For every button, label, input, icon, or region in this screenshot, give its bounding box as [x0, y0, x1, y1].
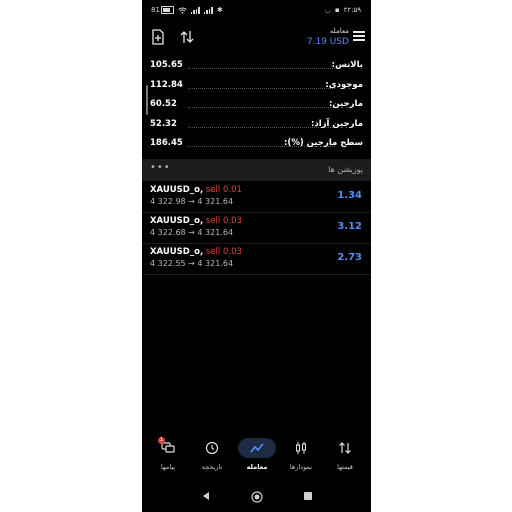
more-options-icon[interactable]: •••	[150, 162, 171, 173]
quotes-arrows-icon	[339, 442, 351, 454]
trade-icon	[250, 443, 264, 453]
positions-list: XAUUSD_o, sell 0.01 4 322.98 → 4 321.64 …	[142, 182, 371, 275]
battery-icon: 81	[151, 6, 174, 14]
metric-label: مارجین آزاد:	[310, 118, 363, 129]
dotted-leader	[188, 87, 335, 89]
app-header: معامله 7.19 USD	[142, 26, 371, 52]
nav-icon-wrap	[282, 438, 320, 458]
phone-screen: 81 ✱ ◡ ▪ ۲۲:۵۹ معامله 7.19 USD 105.65 با…	[142, 0, 371, 512]
status-bar: 81 ✱ ◡ ▪ ۲۲:۵۹	[142, 6, 371, 18]
position-side: sell 0.03	[205, 216, 242, 226]
dotted-leader	[188, 68, 335, 69]
metric-value: 186.45	[150, 138, 183, 148]
metric-row-equity: 112.84 موجودی:	[142, 77, 371, 97]
positions-title: پوزیشن ها	[328, 165, 363, 174]
nav-label: پیامها	[160, 463, 176, 471]
app-notification-icon: ◡	[324, 6, 331, 14]
messages-badge: 1	[158, 437, 165, 444]
nav-trade[interactable]: معامله	[237, 438, 277, 471]
position-title: XAUUSD_o, sell 0.01	[150, 185, 242, 195]
position-symbol: XAUUSD_o,	[150, 185, 204, 195]
position-title: XAUUSD_o, sell 0.03	[150, 247, 242, 257]
menu-icon[interactable]	[353, 31, 365, 41]
nav-messages[interactable]: 1 پیامها	[148, 437, 188, 471]
position-row[interactable]: XAUUSD_o, sell 0.03 4 322.55 → 4 321.64 …	[142, 244, 371, 275]
metric-label: مارجین:	[329, 99, 363, 109]
positions-section-header: ••• پوزیشن ها	[142, 159, 371, 181]
nav-label: نمودارها	[289, 463, 313, 471]
recents-icon[interactable]	[303, 491, 313, 501]
metric-row-free-margin: 52.32 مارجین آزاد:	[142, 116, 371, 136]
nav-icon-wrap: 1	[149, 437, 187, 458]
nav-quotes[interactable]: قیمتها	[325, 438, 365, 471]
nav-charts[interactable]: نمودارها	[281, 438, 321, 471]
metric-value: 112.84	[150, 79, 183, 90]
position-title: XAUUSD_o, sell 0.03	[150, 216, 242, 226]
signal-icon	[190, 6, 200, 14]
metric-row-margin-level: 186.45 سطح مارجین (%):	[142, 135, 371, 155]
metric-row-balance: 105.65 بالانس:	[142, 57, 371, 77]
battery-level: 81	[151, 6, 160, 14]
header-balance: 7.19 USD	[306, 37, 349, 47]
metric-value: 52.32	[150, 118, 177, 129]
metric-value: 105.65	[150, 60, 183, 70]
dotted-leader	[188, 107, 335, 108]
metric-value: 60.52	[150, 99, 177, 109]
system-navigation-bar	[142, 488, 371, 506]
bottom-navigation: 1 پیامها تاریخچه معامله نمودارها قیمتها	[142, 437, 371, 478]
position-row[interactable]: XAUUSD_o, sell 0.03 4 322.68 → 4 321.64 …	[142, 213, 371, 244]
nav-label: قیمتها	[337, 463, 353, 471]
sort-icon[interactable]	[179, 29, 195, 45]
status-left: 81 ✱	[151, 6, 223, 14]
position-prices: 4 322.68 → 4 321.64	[150, 228, 234, 237]
nav-icon-wrap	[193, 438, 231, 458]
metric-label: موجودی:	[325, 79, 363, 90]
wifi-icon	[178, 7, 187, 14]
status-time: ۲۲:۵۹	[343, 6, 361, 14]
status-right: ◡ ▪ ۲۲:۵۹	[325, 6, 361, 14]
nav-history[interactable]: تاریخچه	[192, 438, 232, 471]
nav-icon-wrap	[326, 438, 364, 458]
metric-row-margin: 60.52 مارجین:	[142, 96, 371, 116]
position-prices: 4 322.98 → 4 321.64	[150, 197, 234, 206]
metric-label: سطح مارجین (%):	[284, 138, 363, 148]
home-icon[interactable]	[251, 491, 263, 503]
position-prices: 4 322.55 → 4 321.64	[150, 259, 234, 268]
history-icon	[205, 441, 219, 455]
signal-icon-2	[203, 6, 213, 14]
candlestick-icon	[295, 442, 307, 454]
metric-label: بالانس:	[331, 60, 363, 70]
position-symbol: XAUUSD_o,	[150, 247, 204, 257]
back-icon[interactable]	[201, 491, 211, 501]
new-order-icon[interactable]	[150, 29, 166, 45]
position-symbol: XAUUSD_o,	[150, 216, 204, 226]
page-title: معامله	[329, 27, 349, 35]
bluetooth-icon: ✱	[216, 6, 223, 14]
nav-label: معامله	[246, 463, 268, 471]
nav-icon-wrap	[238, 438, 276, 458]
position-row[interactable]: XAUUSD_o, sell 0.01 4 322.98 → 4 321.64 …	[142, 182, 371, 213]
position-side: sell 0.01	[205, 185, 242, 195]
nav-label: تاریخچه	[201, 463, 223, 471]
position-side: sell 0.03	[205, 247, 242, 257]
position-profit: 3.12	[337, 221, 362, 232]
notification-icon: ▪	[334, 6, 340, 14]
position-profit: 1.34	[337, 190, 362, 201]
position-profit: 2.73	[337, 252, 362, 263]
account-summary: 105.65 بالانس: 112.84 موجودی: 60.52 مارج…	[142, 57, 371, 155]
